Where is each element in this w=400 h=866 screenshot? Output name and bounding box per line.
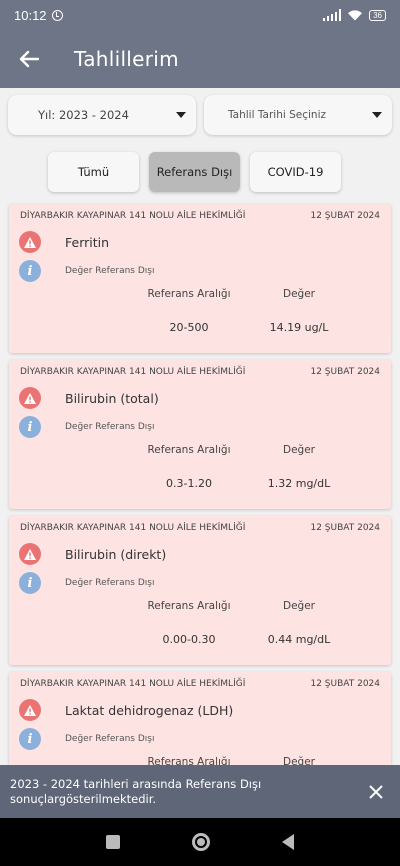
reference-range-label: Referans Aralığı xyxy=(147,444,231,456)
result-card[interactable]: DİYARBAKIR KAYAPINAR 141 NOLU AİLE HEKİM… xyxy=(9,360,391,509)
info-icon: i xyxy=(19,416,41,438)
reference-range-value: 20-500 xyxy=(169,321,209,334)
warning-icon xyxy=(19,231,41,253)
test-name: Bilirubin (direkt) xyxy=(65,546,167,562)
value-label: Değer xyxy=(283,288,315,300)
segment-filter: Tümü Referans Dışı COVID-19 xyxy=(48,152,341,192)
system-nav-bar xyxy=(0,818,400,866)
warning-icon xyxy=(19,543,41,565)
value-label: Değer xyxy=(283,444,315,456)
facility-name: DİYARBAKIR KAYAPINAR 141 NOLU AİLE HEKİM… xyxy=(20,523,246,533)
year-dropdown-label: Yıl: 2023 - 2024 xyxy=(38,108,129,122)
result-status: Değer Referans Dışı xyxy=(65,578,155,588)
result-date: 12 ŞUBAT 2024 xyxy=(310,679,380,689)
page-title: Tahlillerim xyxy=(74,47,179,71)
result-date: 12 ŞUBAT 2024 xyxy=(310,367,380,377)
value-label: Değer xyxy=(283,600,315,612)
result-value: 0.44 mg/dL xyxy=(267,633,331,646)
signal-icon xyxy=(322,9,342,21)
snackbar: 2023 - 2024 tarihleri arasında Referans … xyxy=(0,765,400,818)
chevron-down-icon xyxy=(176,112,186,118)
facility-name: DİYARBAKIR KAYAPINAR 141 NOLU AİLE HEKİM… xyxy=(20,367,246,377)
result-value: 1.32 mg/dL xyxy=(267,477,331,490)
info-icon: i xyxy=(19,572,41,594)
segment-all[interactable]: Tümü xyxy=(48,152,139,192)
status-time: 10:12 xyxy=(14,7,47,23)
test-name: Laktat dehidrogenaz (LDH) xyxy=(65,702,234,718)
segment-out-of-range[interactable]: Referans Dışı xyxy=(149,152,240,192)
test-name: Ferritin xyxy=(65,234,110,250)
result-status: Değer Referans Dışı xyxy=(65,266,155,276)
info-icon: i xyxy=(19,260,41,282)
results-list: DİYARBAKIR KAYAPINAR 141 NOLU AİLE HEKİM… xyxy=(9,204,391,828)
test-name: Bilirubin (total) xyxy=(65,390,159,406)
system-back-button[interactable] xyxy=(282,834,294,850)
date-dropdown[interactable]: Tahlil Tarihi Seçiniz xyxy=(204,95,392,135)
wifi-icon xyxy=(348,10,363,21)
close-button[interactable] xyxy=(362,778,390,806)
back-button[interactable] xyxy=(0,30,58,88)
status-indicators: 36 xyxy=(322,9,386,21)
facility-name: DİYARBAKIR KAYAPINAR 141 NOLU AİLE HEKİM… xyxy=(20,211,246,221)
result-card[interactable]: DİYARBAKIR KAYAPINAR 141 NOLU AİLE HEKİM… xyxy=(9,204,391,353)
segment-covid[interactable]: COVID-19 xyxy=(250,152,341,192)
battery-icon: 36 xyxy=(369,9,386,21)
result-date: 12 ŞUBAT 2024 xyxy=(310,523,380,533)
result-value: 14.19 ug/L xyxy=(269,321,329,334)
snackbar-message: 2023 - 2024 tarihleri arasında Referans … xyxy=(10,776,262,806)
result-card[interactable]: DİYARBAKIR KAYAPINAR 141 NOLU AİLE HEKİM… xyxy=(9,516,391,665)
date-dropdown-label: Tahlil Tarihi Seçiniz xyxy=(228,109,327,121)
facility-name: DİYARBAKIR KAYAPINAR 141 NOLU AİLE HEKİM… xyxy=(20,679,246,689)
chevron-down-icon xyxy=(372,112,382,118)
filters: Yıl: 2023 - 2024 Tahlil Tarihi Seçiniz xyxy=(8,95,392,135)
recents-button[interactable] xyxy=(106,835,120,849)
info-icon: i xyxy=(19,728,41,750)
warning-icon xyxy=(19,387,41,409)
status-bar: 10:12 36 xyxy=(0,0,400,30)
result-status: Değer Referans Dışı xyxy=(65,422,155,432)
result-status: Değer Referans Dışı xyxy=(65,734,155,744)
reference-range-label: Referans Aralığı xyxy=(147,288,231,300)
close-icon xyxy=(369,784,383,799)
app-bar: Tahlillerim xyxy=(0,30,400,88)
year-dropdown[interactable]: Yıl: 2023 - 2024 xyxy=(8,95,196,135)
home-button[interactable] xyxy=(192,833,210,851)
alarm-icon xyxy=(51,9,63,21)
arrow-left-icon xyxy=(19,50,39,68)
reference-range-value: 0.00-0.30 xyxy=(162,633,216,646)
reference-range-label: Referans Aralığı xyxy=(147,600,231,612)
warning-icon xyxy=(19,699,41,721)
reference-range-value: 0.3-1.20 xyxy=(166,477,212,490)
result-date: 12 ŞUBAT 2024 xyxy=(310,211,380,221)
